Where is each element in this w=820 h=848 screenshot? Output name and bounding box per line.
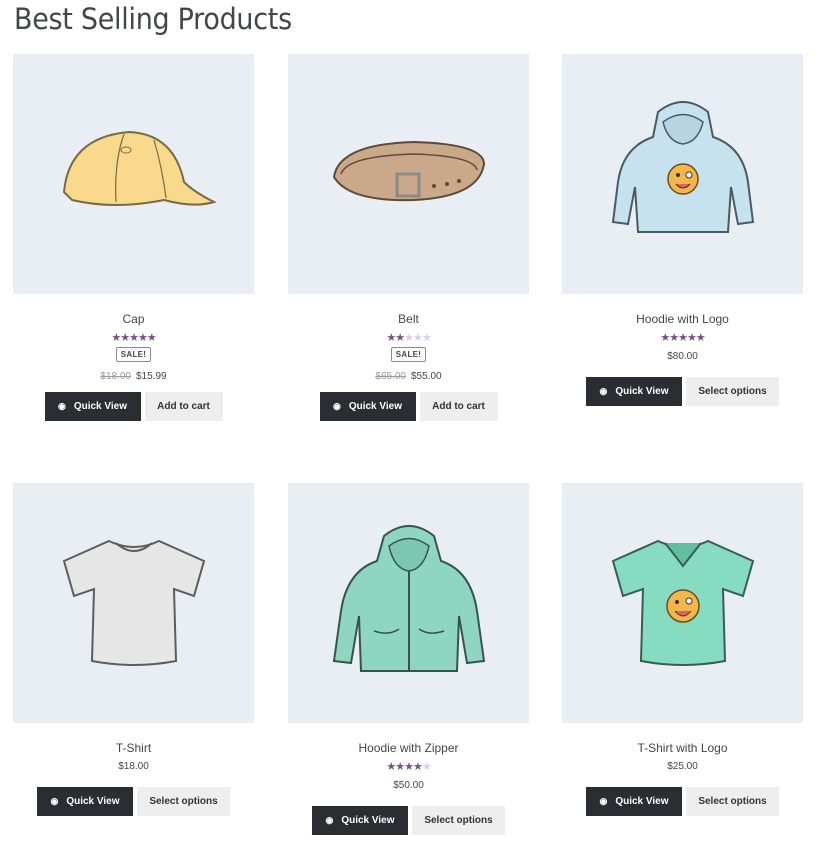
product-actions: ◉ Quick View Select options: [562, 787, 803, 816]
star-icon: ★: [111, 332, 121, 344]
product-price: $18.00 $15.99: [13, 370, 254, 384]
quick-view-button[interactable]: ◉ Quick View: [312, 806, 408, 835]
product-actions: ◉ Quick View Add to cart: [13, 392, 254, 421]
eye-icon: ◉: [599, 796, 608, 806]
eye-icon: ◉: [332, 401, 341, 411]
star-icon: ★: [404, 332, 414, 344]
quick-view-label: Quick View: [615, 386, 669, 397]
product-price: $25.00: [562, 760, 803, 774]
star-icon: ★: [412, 332, 423, 344]
logo-tshirt-icon: [593, 511, 773, 696]
quick-view-label: Quick View: [73, 401, 128, 412]
sale-badge: SALE!: [115, 347, 152, 362]
sale-badge: SALE!: [390, 347, 427, 362]
star-icon: ★: [686, 332, 697, 344]
star-icon: ★: [386, 332, 396, 344]
star-icon: ★: [386, 761, 396, 773]
eye-icon: ◉: [57, 401, 66, 411]
product-title[interactable]: T-Shirt with Logo: [562, 740, 803, 756]
product-price: $80.00: [562, 350, 803, 364]
product-card: T-Shirt with Logo $25.00 ◉ Quick View Select…: [562, 483, 803, 816]
original-price: $65.00: [375, 371, 406, 382]
add-to-cart-button[interactable]: Add to cart: [144, 392, 223, 421]
product-card: T-Shirt $18.00 ◉ Quick View Select options: [13, 483, 254, 816]
zip-hoodie-icon: [319, 511, 499, 696]
current-price: $25.00: [667, 761, 698, 772]
product-title[interactable]: T-Shirt: [13, 740, 254, 756]
eye-icon: ◉: [599, 386, 608, 396]
product-actions: ◉ Quick View Add to cart: [288, 392, 529, 421]
star-icon: ★: [404, 761, 414, 773]
select-options-button[interactable]: Select options: [137, 787, 230, 816]
product-price: $18.00: [13, 760, 254, 774]
product-actions: ◉ Quick View Select options: [13, 787, 254, 816]
current-price: $15.99: [136, 371, 167, 382]
star-rating: ★★★★★: [288, 332, 529, 344]
star-rating: ★★★★★: [562, 332, 803, 344]
product-actions: ◉ Quick View Select options: [288, 806, 529, 835]
product-image[interactable]: [288, 54, 529, 294]
select-options-button[interactable]: Select options: [686, 377, 779, 406]
quick-view-button[interactable]: ◉ Quick View: [44, 392, 141, 421]
product-image[interactable]: [562, 483, 803, 723]
product-price: $65.00 $55.00: [288, 370, 529, 384]
product-image[interactable]: [13, 54, 254, 294]
product-title[interactable]: Hoodie with Logo: [562, 311, 803, 327]
page-title: Best Selling Products: [14, 2, 292, 36]
star-icon: ★: [421, 332, 432, 344]
star-icon: ★: [137, 332, 148, 344]
current-price: $18.00: [118, 761, 149, 772]
product-image[interactable]: [288, 483, 529, 723]
star-icon: ★: [129, 332, 139, 344]
eye-icon: ◉: [325, 815, 334, 825]
star-rating: ★★★★★: [13, 332, 254, 344]
eye-icon: ◉: [50, 796, 59, 806]
product-card: Cap ★★★★★ SALE! $18.00 $15.99 ◉ Quick View Add …: [13, 54, 254, 421]
current-price: $50.00: [393, 780, 424, 791]
star-icon: ★: [695, 332, 706, 344]
tshirt-icon: [44, 511, 224, 696]
product-card: Hoodie with Zipper ★★★★★ $50.00 ◉ Quick View…: [288, 483, 529, 835]
product-image[interactable]: [13, 483, 254, 723]
product-title[interactable]: Hoodie with Zipper: [288, 740, 529, 756]
product-actions: ◉ Quick View Select options: [562, 377, 803, 406]
select-options-button[interactable]: Select options: [686, 787, 779, 816]
star-icon: ★: [678, 332, 688, 344]
quick-view-label: Quick View: [615, 796, 669, 807]
select-options-button[interactable]: Select options: [412, 806, 505, 835]
current-price: $55.00: [411, 371, 442, 382]
add-to-cart-button[interactable]: Add to cart: [419, 392, 498, 421]
star-icon: ★: [669, 332, 679, 344]
star-icon: ★: [120, 332, 130, 344]
star-rating: ★★★★★: [288, 761, 529, 773]
quick-view-label: Quick View: [66, 796, 120, 807]
star-icon: ★: [395, 761, 405, 773]
star-icon: ★: [146, 332, 157, 344]
quick-view-label: Quick View: [341, 815, 395, 826]
quick-view-button[interactable]: ◉ Quick View: [586, 787, 682, 816]
product-title[interactable]: Cap: [13, 311, 254, 327]
original-price: $18.00: [100, 371, 131, 382]
quick-view-label: Quick View: [348, 401, 403, 412]
product-title[interactable]: Belt: [288, 311, 529, 327]
star-icon: ★: [395, 332, 405, 344]
belt-icon: [319, 82, 499, 267]
quick-view-button[interactable]: ◉ Quick View: [319, 392, 416, 421]
star-icon: ★: [660, 332, 670, 344]
product-image[interactable]: [562, 54, 803, 294]
quick-view-button[interactable]: ◉ Quick View: [37, 787, 133, 816]
product-card: Hoodie with Logo ★★★★★ $80.00 ◉ Quick View Se…: [562, 54, 803, 406]
star-icon: ★: [412, 761, 423, 773]
cap-icon: [44, 82, 224, 267]
hoodie-icon: [593, 82, 773, 267]
product-price: $50.00: [288, 779, 529, 793]
product-card: Belt ★★★★★ SALE! $65.00 $55.00 ◉ Quick View Add…: [288, 54, 529, 421]
current-price: $80.00: [667, 351, 698, 362]
star-icon: ★: [421, 761, 432, 773]
quick-view-button[interactable]: ◉ Quick View: [586, 377, 682, 406]
